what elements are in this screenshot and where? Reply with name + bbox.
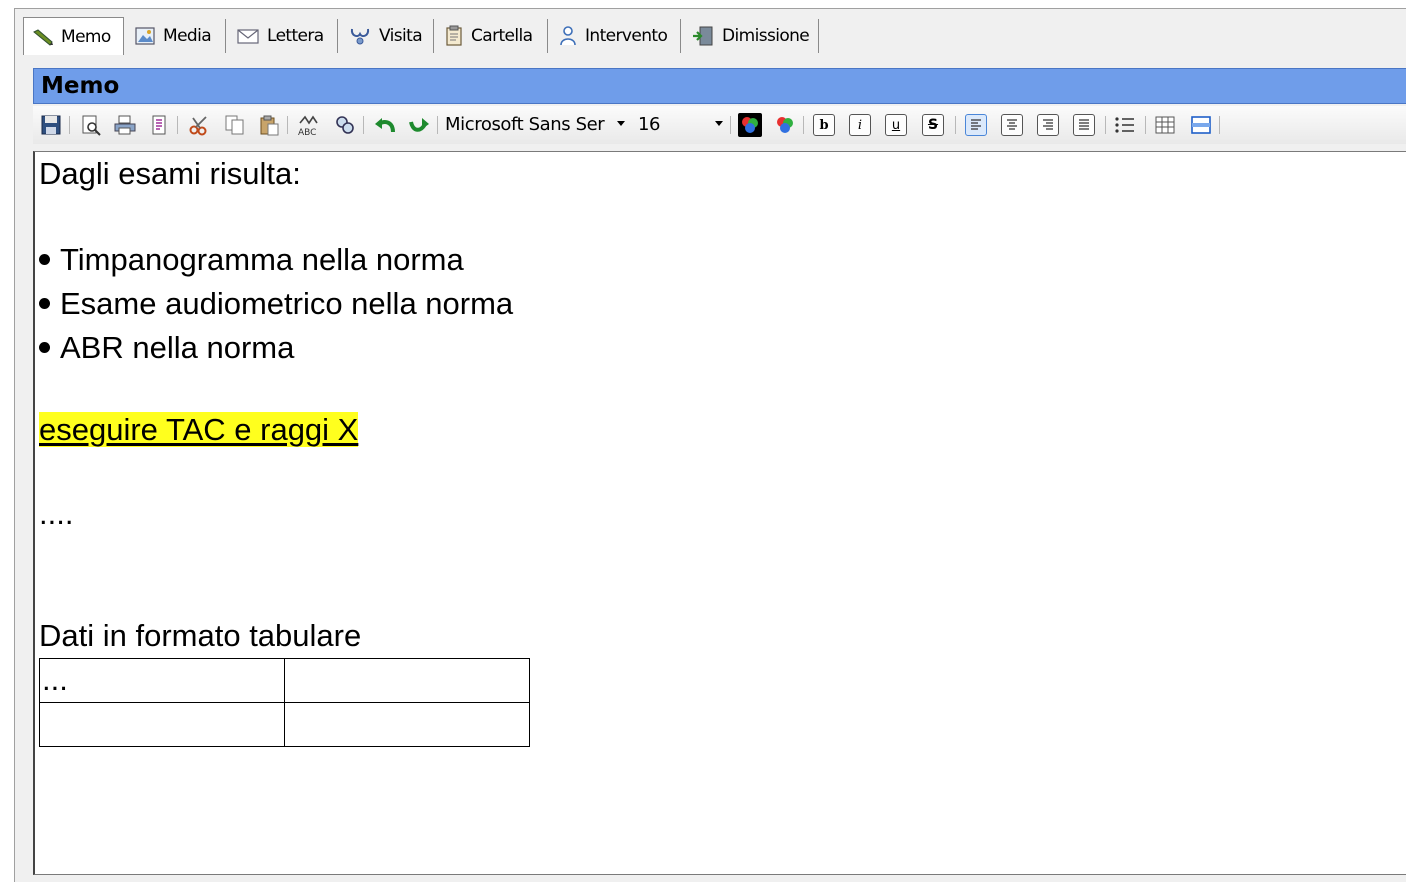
clipboard-icon <box>446 25 462 46</box>
align-left-icon[interactable] <box>965 114 987 136</box>
highlight-color-icon[interactable] <box>773 113 797 137</box>
tab-label: Lettera <box>267 26 324 46</box>
tab-label: Media <box>163 26 212 46</box>
table-cell[interactable] <box>284 658 530 703</box>
table-cell[interactable] <box>39 702 285 747</box>
print-icon[interactable] <box>113 113 137 137</box>
memo-panel: Memo ABC Microsoft Sans Ser 16 b i u S D… <box>33 65 1406 879</box>
heading-text: Dagli esami risulta: <box>39 156 301 191</box>
print-preview-icon[interactable] <box>79 113 103 137</box>
table-row <box>39 702 530 747</box>
tab-dimissione[interactable]: Dimissione <box>683 19 819 53</box>
tab-label: Memo <box>61 26 111 47</box>
italic-icon[interactable]: i <box>849 114 871 136</box>
tab-strip: Memo Media Lettera Visita Cartella Inter… <box>15 9 1406 59</box>
pencil-icon <box>33 28 53 46</box>
bullet-icon <box>39 298 50 310</box>
tab-label: Intervento <box>585 26 668 46</box>
list-item: ABR nella norma <box>39 330 294 366</box>
tab-cartella[interactable]: Cartella <box>436 19 548 53</box>
memo-window: Memo Media Lettera Visita Cartella Inter… <box>14 8 1406 882</box>
table-caption: Dati in formato tabulare <box>39 618 362 653</box>
list-item: Esame audiometrico nella norma <box>39 286 513 322</box>
stethoscope-icon <box>350 28 370 45</box>
data-table[interactable]: ... <box>39 658 530 747</box>
table-row: ... <box>39 658 530 703</box>
font-size-select[interactable]: 16 <box>638 112 708 138</box>
justify-icon[interactable] <box>1073 114 1095 136</box>
person-icon <box>560 26 576 46</box>
bullet-icon <box>39 254 50 266</box>
tab-label: Dimissione <box>722 26 810 46</box>
cut-icon[interactable] <box>187 113 211 137</box>
paste-icon[interactable] <box>257 113 281 137</box>
bullet-list-icon[interactable] <box>1113 113 1137 137</box>
redo-icon[interactable] <box>407 113 431 137</box>
insert-row-icon[interactable] <box>1189 113 1213 137</box>
tab-memo[interactable]: Memo <box>23 17 124 55</box>
panel-title: Memo <box>33 68 1406 104</box>
table-cell[interactable] <box>284 702 530 747</box>
align-center-icon[interactable] <box>1001 114 1023 136</box>
tab-lettera[interactable]: Lettera <box>228 19 338 53</box>
tab-label: Cartella <box>471 26 533 46</box>
find-replace-icon[interactable] <box>333 113 357 137</box>
svg-text:ABC: ABC <box>298 128 316 137</box>
underline-icon[interactable]: u <box>885 114 907 136</box>
ellipsis-text: .... <box>39 496 74 531</box>
tab-media[interactable]: Media <box>126 19 226 53</box>
memo-editor[interactable]: Dagli esami risulta: Timpanogramma nella… <box>33 151 1406 875</box>
undo-icon[interactable] <box>373 113 397 137</box>
page-setup-icon[interactable] <box>147 113 171 137</box>
exit-door-icon <box>693 26 713 46</box>
editor-toolbar: ABC Microsoft Sans Ser 16 b i u S <box>33 106 1406 144</box>
font-name-select[interactable]: Microsoft Sans Ser <box>445 112 605 138</box>
list-item: Timpanogramma nella norma <box>39 242 464 278</box>
spellcheck-icon[interactable]: ABC <box>297 113 321 137</box>
table-cell[interactable]: ... <box>39 658 285 703</box>
envelope-icon <box>237 29 259 44</box>
insert-table-icon[interactable] <box>1153 113 1177 137</box>
bullet-icon <box>39 342 50 354</box>
strikethrough-icon[interactable]: S <box>922 114 944 136</box>
chevron-down-icon[interactable] <box>715 121 723 126</box>
save-icon[interactable] <box>39 113 63 137</box>
align-right-icon[interactable] <box>1037 114 1059 136</box>
tab-visita[interactable]: Visita <box>340 19 434 53</box>
tab-label: Visita <box>379 26 423 46</box>
highlighted-text: eseguire TAC e raggi X <box>39 412 359 447</box>
chevron-down-icon[interactable] <box>617 121 625 126</box>
tab-intervento[interactable]: Intervento <box>550 19 681 53</box>
text-color-icon[interactable] <box>738 113 762 137</box>
image-icon <box>135 27 155 45</box>
copy-icon[interactable] <box>223 113 247 137</box>
bold-icon[interactable]: b <box>813 114 835 136</box>
